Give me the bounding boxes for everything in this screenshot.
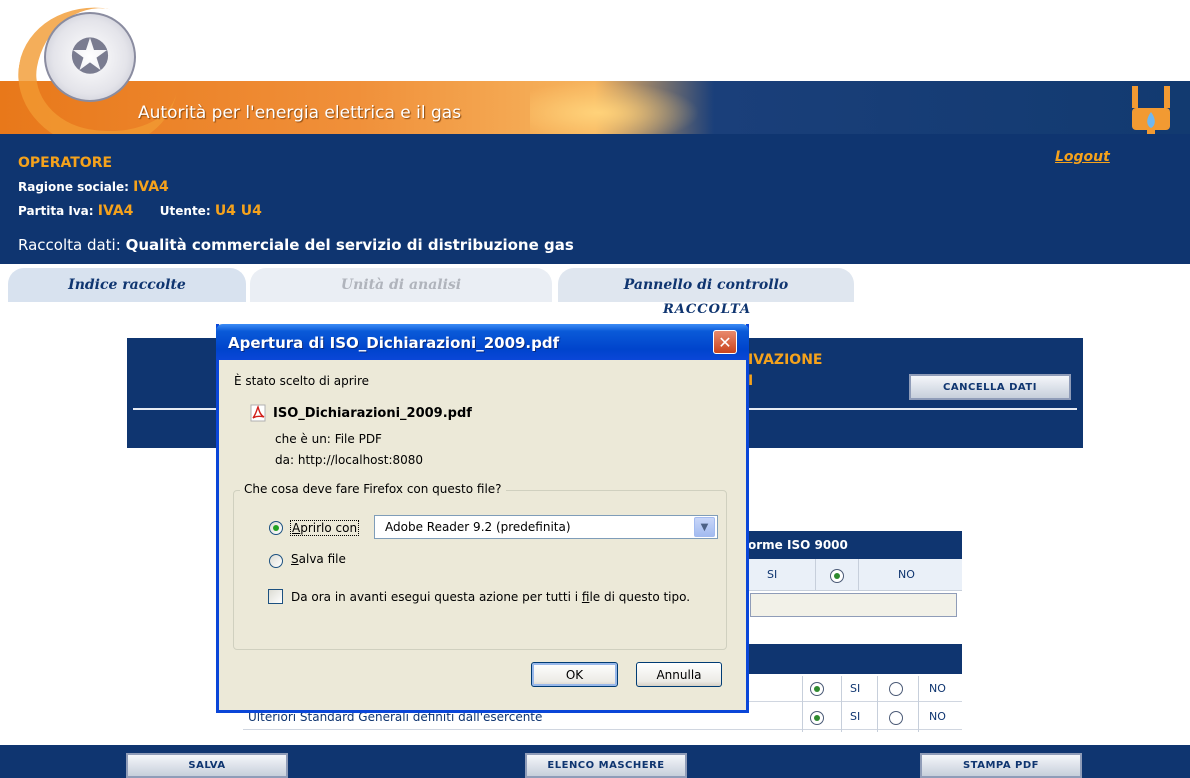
tab-pannello-di-controllo[interactable]: Pannello di controllo (558, 268, 854, 302)
column-divider (877, 676, 878, 732)
row1-si-label: SI (850, 682, 861, 695)
iso-table-header: orme ISO 9000 (748, 531, 962, 559)
salva-button[interactable]: SALVA (126, 753, 288, 778)
iso-table-row (748, 559, 962, 591)
ok-button[interactable]: OK (531, 662, 618, 687)
iso-note-field[interactable] (750, 593, 957, 617)
dialog-close-button[interactable]: ✕ (713, 330, 737, 354)
save-file-label[interactable]: Salva file (291, 552, 346, 566)
column-divider (858, 559, 859, 591)
iso-si-radio[interactable] (830, 569, 844, 583)
remember-choice-label[interactable]: Da ora in avanti esegui questa azione pe… (291, 590, 690, 604)
republic-emblem-icon: ✪ (44, 12, 136, 102)
elenco-maschere-button[interactable]: ELENCO MASCHERE (525, 753, 687, 778)
ragione-sociale-line: Ragione sociale: IVA4 (18, 179, 169, 195)
partita-iva-line: Partita Iva: IVA4 Utente: U4 U4 (18, 203, 262, 219)
remember-choice-text-b: ile di questo tipo. (589, 590, 691, 604)
remember-choice-text-a: Da ora in avanti esegui questa azione pe… (291, 590, 582, 604)
save-file-text: alva file (298, 552, 346, 566)
operator-title: OPERATORE (18, 155, 113, 171)
row2-si-label: SI (850, 710, 861, 723)
cancel-button[interactable]: Annulla (636, 662, 722, 687)
tab-raccolta-subtitle: RACCOLTA (663, 302, 752, 317)
tab-unita-di-analisi[interactable]: Unità di analisi (250, 268, 552, 302)
row1-si-radio[interactable] (810, 682, 824, 696)
iso-table-header-text: orme ISO 9000 (748, 538, 848, 552)
utente-value: U4 U4 (214, 203, 262, 219)
action-question: Che cosa deve fare Firefox con questo fi… (240, 482, 506, 496)
standard-table-header (748, 644, 962, 674)
raccolta-label: Raccolta dati: (18, 236, 121, 254)
raccolta-line: Raccolta dati: Qualità commerciale del s… (18, 236, 574, 254)
iso-no-label: NO (898, 568, 915, 581)
action-groupbox (233, 490, 727, 650)
row1-no-radio[interactable] (889, 682, 903, 696)
flame-swoosh (530, 81, 700, 134)
file-source-line: da: http://localhost:8080 (275, 453, 423, 467)
dialog-title: Apertura di ISO_Dichiarazioni_2009.pdf (228, 334, 560, 352)
chevron-down-icon[interactable]: ▼ (694, 517, 715, 537)
column-divider (802, 676, 803, 732)
iso-si-label: SI (767, 568, 778, 581)
site-title: Autorità per l'energia elettrica e il ga… (138, 103, 462, 123)
file-source-value: http://localhost:8080 (297, 453, 424, 467)
raccolta-value: Qualità commerciale del servizio di dist… (125, 236, 574, 254)
partita-iva-value: IVA4 (97, 203, 134, 219)
row2-no-radio[interactable] (889, 711, 903, 725)
file-type-label: che è un: (275, 432, 331, 446)
column-divider (918, 676, 919, 732)
row1-no-label: NO (929, 682, 946, 695)
remember-choice-checkbox[interactable] (268, 589, 283, 604)
row2-no-label: NO (929, 710, 946, 723)
cancella-dati-button[interactable]: CANCELLA DATI (909, 374, 1071, 400)
file-type-value: File PDF (334, 432, 382, 446)
open-with-accesskey: A (292, 521, 301, 535)
pdf-file-icon (250, 404, 266, 422)
file-type-line: che è un: File PDF (275, 432, 382, 446)
application-select[interactable]: Adobe Reader 9.2 (predefinita) (374, 515, 718, 539)
dialog-filename: ISO_Dichiarazioni_2009.pdf (273, 406, 472, 421)
utente-label: Utente: (159, 204, 211, 218)
open-with-label[interactable]: Aprirlo con (290, 520, 360, 536)
row2-si-radio[interactable] (810, 711, 824, 725)
ragione-sociale-label: Ragione sociale: (18, 180, 129, 194)
dialog-intro: È stato scelto di aprire (234, 374, 370, 388)
file-source-label: da: (275, 453, 295, 467)
column-divider (841, 676, 842, 732)
column-divider (815, 559, 816, 591)
open-with-text: prirlo con (300, 521, 358, 535)
logout-link[interactable]: Logout (1055, 149, 1110, 165)
open-with-radio[interactable] (269, 521, 283, 535)
panel-heading: IVAZIONE (748, 352, 823, 368)
save-file-accesskey: S (291, 552, 299, 566)
save-file-radio[interactable] (269, 554, 283, 568)
tab-indice-raccolte[interactable]: Indice raccolte (8, 268, 246, 302)
stampa-pdf-button[interactable]: STAMPA PDF (920, 753, 1082, 778)
ragione-sociale-value: IVA4 (133, 179, 169, 195)
partita-iva-label: Partita Iva: (18, 204, 94, 218)
